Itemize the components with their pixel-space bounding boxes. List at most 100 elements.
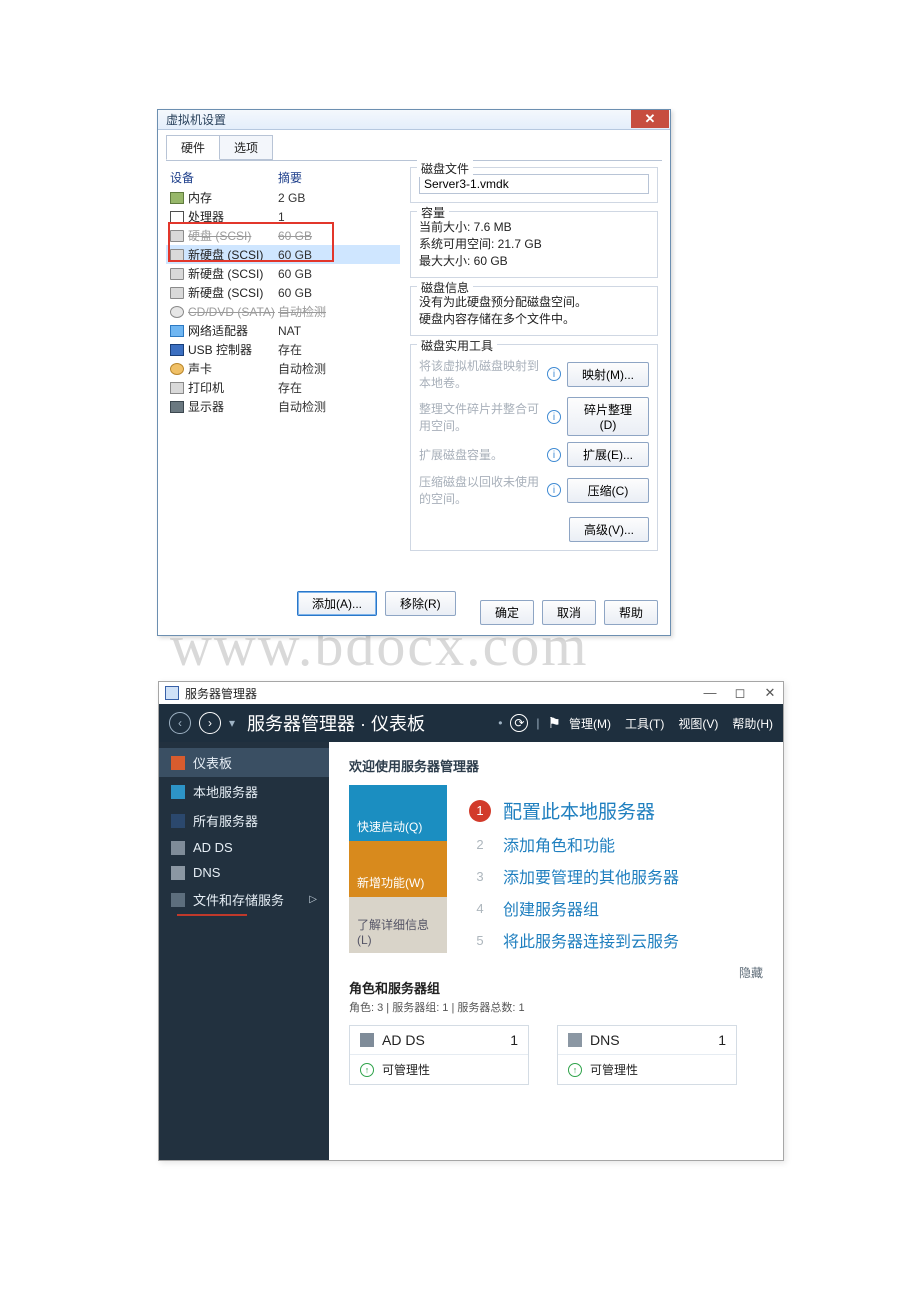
hide-link[interactable]: 隐藏 [739, 964, 763, 981]
device-name: USB 控制器 [188, 341, 252, 358]
status-up-icon: ↑ [568, 1063, 582, 1077]
tabs: 硬件 选项 [166, 135, 670, 160]
info-icon: i [547, 448, 561, 462]
device-summary: 自动检测 [278, 303, 396, 320]
device-row[interactable]: 网络适配器NAT [166, 321, 400, 340]
compact-button[interactable]: 压缩(C) [567, 478, 649, 503]
info-icon: i [547, 367, 561, 381]
role-name: DNS [590, 1032, 620, 1048]
tab-options[interactable]: 选项 [219, 135, 273, 160]
dialog-title: 虚拟机设置 [158, 111, 234, 128]
role-count: 1 [718, 1032, 726, 1048]
role-card[interactable]: DNS1↑可管理性 [557, 1025, 737, 1085]
roles-title: 角色和服务器组 [349, 978, 763, 997]
roles-subtitle: 角色: 3 | 服务器组: 1 | 服务器总数: 1 [349, 999, 763, 1015]
underline-marker [177, 914, 247, 916]
compact-desc: 压缩磁盘以回收未使用的空间。 [419, 473, 541, 507]
menu-item[interactable]: 工具(T) [625, 715, 664, 732]
device-row[interactable]: 硬盘 (SCSI)60 GB [166, 226, 400, 245]
dialog-titlebar: 虚拟机设置 ✕ [158, 110, 670, 130]
device-name: 内存 [188, 189, 212, 206]
device-row[interactable]: 内存2 GB [166, 188, 400, 207]
sidebar-item[interactable]: 本地服务器 [159, 777, 329, 806]
menu-item[interactable]: 帮助(H) [732, 715, 773, 732]
role-card[interactable]: AD DS1↑可管理性 [349, 1025, 529, 1085]
expand-button[interactable]: 扩展(E)... [567, 442, 649, 467]
device-row[interactable]: 打印机 存在 [166, 378, 400, 397]
device-row[interactable]: CD/DVD (SATA)自动检测 [166, 302, 400, 321]
sidebar-item[interactable]: 仪表板 [159, 748, 329, 777]
window-titlebar: 服务器管理器 — ◻ ✕ [159, 682, 783, 704]
device-row[interactable]: 新硬盘 (SCSI)60 GB [166, 283, 400, 302]
minimize-button[interactable]: — [703, 685, 717, 701]
device-icon [170, 249, 184, 261]
device-row[interactable]: USB 控制器存在 [166, 340, 400, 359]
add-button[interactable]: 添加(A)... [297, 591, 377, 616]
step-number: 1 [469, 800, 491, 822]
tab-hardware[interactable]: 硬件 [166, 135, 220, 160]
device-row[interactable]: 声卡自动检测 [166, 359, 400, 378]
device-row[interactable]: 新硬盘 (SCSI)60 GB [166, 245, 400, 264]
disk-info-group: 磁盘信息 没有为此硬盘预分配磁盘空间。 硬盘内容存储在多个文件中。 [410, 286, 658, 336]
help-button[interactable]: 帮助 [604, 600, 658, 625]
device-icon [170, 268, 184, 280]
sidebar-item[interactable]: 文件和存储服务▷ [159, 885, 329, 914]
device-summary: 自动检测 [278, 398, 396, 415]
nav-forward-button[interactable]: › [199, 712, 221, 734]
sidebar-icon [171, 756, 185, 770]
disk-file-input[interactable] [419, 174, 649, 194]
sidebar-icon [171, 814, 185, 828]
device-name: CD/DVD (SATA) [188, 305, 275, 319]
capacity-max: 最大大小: 60 GB [419, 252, 649, 269]
quickstart-tile[interactable]: 新增功能(W) [349, 841, 447, 897]
close-button[interactable]: ✕ [631, 110, 669, 128]
device-name: 处理器 [188, 208, 224, 225]
capacity-current: 当前大小: 7.6 MB [419, 218, 649, 235]
quick-task[interactable]: 4创建服务器组 [469, 896, 763, 920]
quickstart-tile[interactable]: 了解详细信息(L) [349, 897, 447, 953]
sidebar-item[interactable]: 所有服务器 [159, 806, 329, 835]
capacity-group: 容量 当前大小: 7.6 MB 系统可用空间: 21.7 GB 最大大小: 60… [410, 211, 658, 278]
close-button[interactable]: ✕ [763, 685, 777, 701]
sidebar-item[interactable]: AD DS [159, 835, 329, 860]
nav-back-button[interactable]: ‹ [169, 712, 191, 734]
map-desc: 将该虚拟机磁盘映射到本地卷。 [419, 357, 541, 391]
disk-info-line2: 硬盘内容存储在多个文件中。 [419, 310, 649, 327]
menu-item[interactable]: 视图(V) [678, 715, 718, 732]
welcome-heading: 欢迎使用服务器管理器 [349, 756, 763, 775]
status-up-icon: ↑ [360, 1063, 374, 1077]
quick-task[interactable]: 3添加要管理的其他服务器 [469, 864, 763, 888]
chevron-right-icon: ▷ [309, 894, 317, 905]
device-name: 打印机 [188, 379, 224, 396]
device-row[interactable]: 显示器自动检测 [166, 397, 400, 416]
sidebar-item[interactable]: DNS [159, 860, 329, 885]
device-row[interactable]: 处理器1 [166, 207, 400, 226]
device-name: 硬盘 (SCSI) [188, 227, 251, 244]
breadcrumb: 服务器管理器 · 仪表板 [247, 710, 425, 736]
quick-task[interactable]: 5 将此服务器连接到云服务 [469, 928, 763, 952]
menu-item[interactable]: 管理(M) [569, 715, 611, 732]
step-number: 5 [469, 929, 491, 951]
col-device: 设备 [170, 169, 278, 186]
device-row[interactable]: 新硬盘 (SCSI)60 GB [166, 264, 400, 283]
maximize-button[interactable]: ◻ [733, 685, 747, 701]
refresh-icon[interactable]: ⟳ [510, 714, 528, 732]
quick-task[interactable]: 2添加角色和功能 [469, 832, 763, 856]
defrag-button[interactable]: 碎片整理(D) [567, 397, 649, 436]
cancel-button[interactable]: 取消 [542, 600, 596, 625]
remove-button[interactable]: 移除(R) [385, 591, 456, 616]
quickstart-tile[interactable]: 快速启动(Q) [349, 785, 447, 841]
map-button[interactable]: 映射(M)... [567, 362, 649, 387]
ok-button[interactable]: 确定 [480, 600, 534, 625]
notifications-icon[interactable]: ⚑ [548, 714, 561, 732]
nav-sidebar: 仪表板本地服务器所有服务器AD DSDNS文件和存储服务▷ [159, 742, 329, 1160]
device-icon [170, 306, 184, 318]
advanced-button[interactable]: 高级(V)... [569, 517, 649, 542]
quick-task-label: 将此服务器连接到云服务 [503, 928, 679, 952]
device-summary: 存在 [278, 379, 396, 396]
sidebar-item-label: 本地服务器 [193, 782, 258, 801]
quick-task[interactable]: 1配置此本地服务器 [469, 797, 763, 824]
quick-task-label: 添加角色和功能 [503, 832, 615, 856]
role-name: AD DS [382, 1032, 425, 1048]
expand-desc: 扩展磁盘容量。 [419, 446, 541, 463]
